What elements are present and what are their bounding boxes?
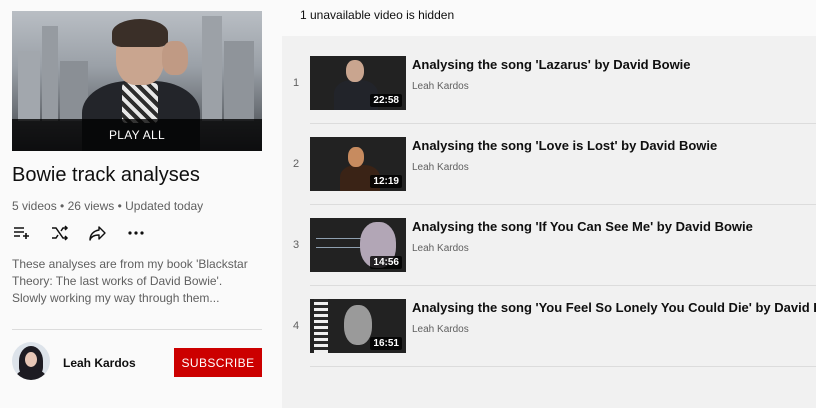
- video-index: 3: [292, 239, 300, 251]
- avatar-face: [25, 352, 37, 367]
- video-title[interactable]: Analysing the song 'Love is Lost' by Dav…: [412, 138, 717, 153]
- video-row-1[interactable]: 1 22:58 Analysing the song 'Lazarus' by …: [282, 44, 816, 116]
- background-building: [18, 51, 40, 121]
- video-row-4[interactable]: 4 16:51 Analysing the song 'You Feel So …: [282, 287, 816, 359]
- playlist-stats: 5 videos • 26 views • Updated today: [12, 199, 204, 213]
- playlist-description: These analyses are from my book 'Blackst…: [12, 257, 248, 305]
- video-index: 1: [292, 77, 300, 89]
- row-divider: [310, 285, 816, 286]
- more-icon: [128, 231, 144, 235]
- video-thumbnail[interactable]: 14:56: [310, 218, 406, 272]
- video-duration: 12:19: [370, 175, 402, 188]
- background-building: [224, 41, 254, 121]
- video-thumbnail[interactable]: 22:58: [310, 56, 406, 110]
- video-channel[interactable]: Leah Kardos: [412, 243, 469, 254]
- more-options-button[interactable]: [126, 222, 146, 244]
- video-title[interactable]: Analysing the song 'You Feel So Lonely Y…: [412, 300, 816, 315]
- add-to-queue-icon: [14, 227, 29, 239]
- background-building: [202, 16, 222, 121]
- video-index: 2: [292, 158, 300, 170]
- row-divider: [310, 366, 816, 367]
- video-channel[interactable]: Leah Kardos: [412, 324, 469, 335]
- thumbnail-figure-head: [344, 305, 372, 345]
- video-thumbnail[interactable]: 16:51: [310, 299, 406, 353]
- video-duration: 16:51: [370, 337, 402, 350]
- playlist-actions: [12, 222, 146, 244]
- background-building: [42, 26, 58, 121]
- share-icon: [89, 226, 106, 241]
- video-thumbnail[interactable]: 12:19: [310, 137, 406, 191]
- shuffle-button[interactable]: [50, 222, 70, 244]
- shuffle-icon: [52, 225, 69, 241]
- person-hair: [112, 19, 168, 47]
- video-duration: 22:58: [370, 94, 402, 107]
- play-all-button[interactable]: PLAY ALL: [12, 119, 262, 151]
- playlist-title: Bowie track analyses: [12, 164, 200, 186]
- video-title[interactable]: Analysing the song 'Lazarus' by David Bo…: [412, 57, 691, 72]
- thumbnail-stripes: [314, 299, 328, 353]
- video-title[interactable]: Analysing the song 'If You Can See Me' b…: [412, 219, 753, 234]
- video-duration: 14:56: [370, 256, 402, 269]
- row-divider: [310, 204, 816, 205]
- video-channel[interactable]: Leah Kardos: [412, 162, 469, 173]
- add-to-queue-button[interactable]: [12, 222, 32, 244]
- playlist-hero-thumbnail[interactable]: PLAY ALL: [12, 11, 262, 151]
- hidden-videos-notice: 1 unavailable video is hidden: [300, 8, 455, 22]
- thumbnail-figure-head: [348, 147, 364, 167]
- video-row-2[interactable]: 2 12:19 Analysing the song 'Love is Lost…: [282, 125, 816, 197]
- person-scarf: [122, 83, 158, 123]
- video-index: 4: [292, 320, 300, 332]
- share-button[interactable]: [88, 222, 108, 244]
- divider: [12, 329, 262, 330]
- row-divider: [310, 123, 816, 124]
- subscribe-button[interactable]: SUBSCRIBE: [174, 348, 262, 377]
- thumbnail-text-overlay: [316, 238, 364, 248]
- thumbnail-figure-head: [346, 60, 364, 82]
- avatar[interactable]: [12, 342, 50, 380]
- playlist-sidebar: PLAY ALL Bowie track analyses 5 videos •…: [0, 0, 282, 408]
- person-hand: [162, 41, 188, 75]
- channel-owner-name[interactable]: Leah Kardos: [63, 356, 136, 370]
- avatar-shoulders: [16, 369, 46, 380]
- video-row-3[interactable]: 3 14:56 Analysing the song 'If You Can S…: [282, 206, 816, 278]
- video-channel[interactable]: Leah Kardos: [412, 81, 469, 92]
